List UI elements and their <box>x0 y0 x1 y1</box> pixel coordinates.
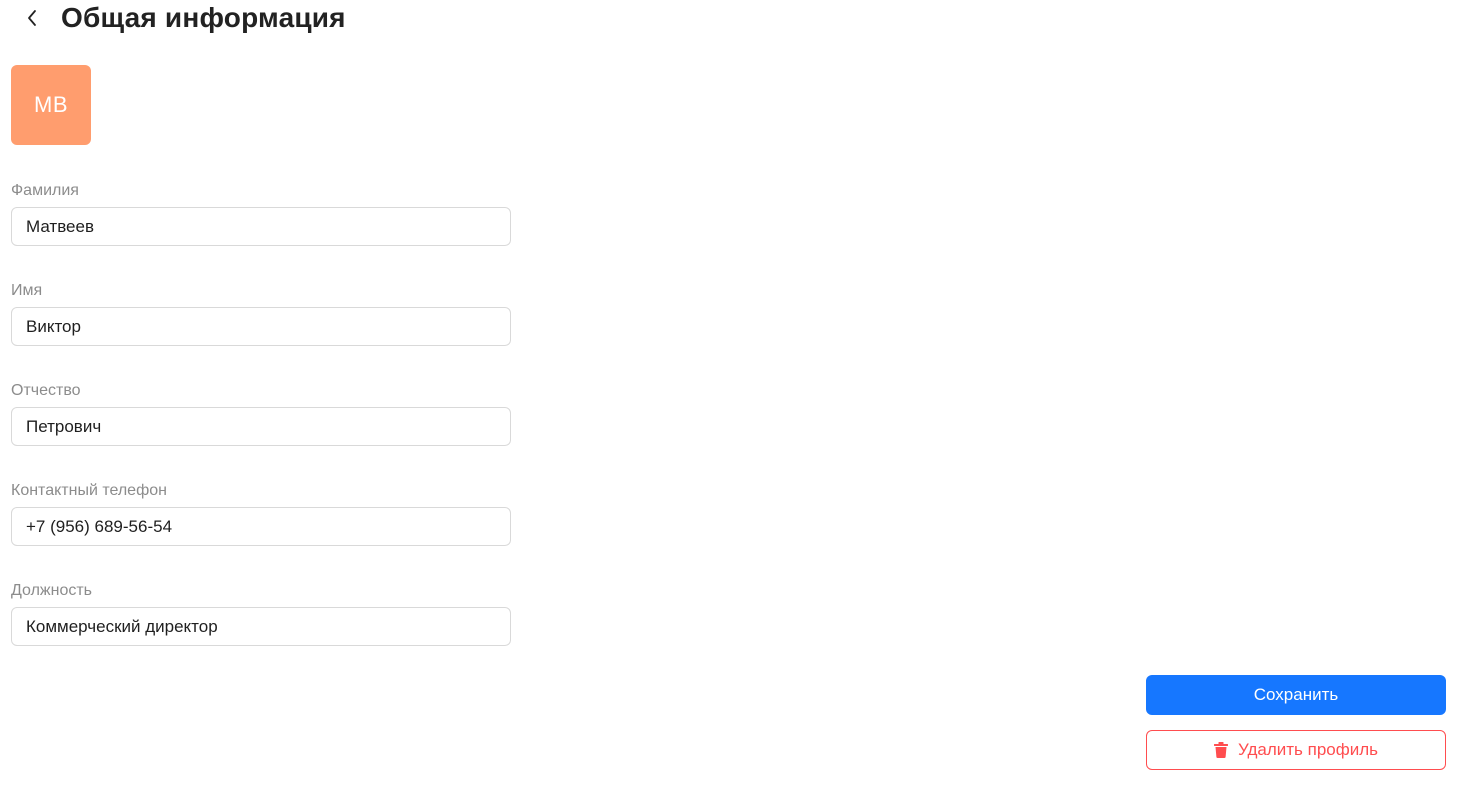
trash-icon <box>1213 742 1228 758</box>
profile-page: Общая информация MB Фамилия Имя Отчество… <box>0 0 1457 785</box>
position-label: Должность <box>11 582 92 599</box>
last-name-field-group: Фамилия <box>11 180 511 246</box>
phone-field-group: Контактный телефон <box>11 480 511 546</box>
patronymic-label: Отчество <box>11 382 81 399</box>
patronymic-input[interactable] <box>11 407 511 446</box>
page-title: Общая информация <box>61 2 346 33</box>
position-field-group: Должность <box>11 580 511 646</box>
patronymic-field-group: Отчество <box>11 380 511 446</box>
last-name-label: Фамилия <box>11 182 79 199</box>
delete-profile-button[interactable]: Удалить профиль <box>1146 730 1446 770</box>
back-button[interactable] <box>18 2 46 34</box>
chevron-left-icon <box>28 10 36 26</box>
first-name-field-group: Имя <box>11 280 511 346</box>
save-button[interactable]: Сохранить <box>1146 675 1446 715</box>
avatar-initials: MB <box>34 92 68 117</box>
phone-label: Контактный телефон <box>11 482 167 499</box>
delete-profile-label: Удалить профиль <box>1237 740 1378 759</box>
page-header: Общая информация <box>18 0 346 36</box>
last-name-input[interactable] <box>11 207 511 246</box>
phone-input[interactable] <box>11 507 511 546</box>
first-name-label: Имя <box>11 282 43 299</box>
first-name-input[interactable] <box>11 307 511 346</box>
avatar: MB <box>11 65 91 145</box>
position-input[interactable] <box>11 607 511 646</box>
